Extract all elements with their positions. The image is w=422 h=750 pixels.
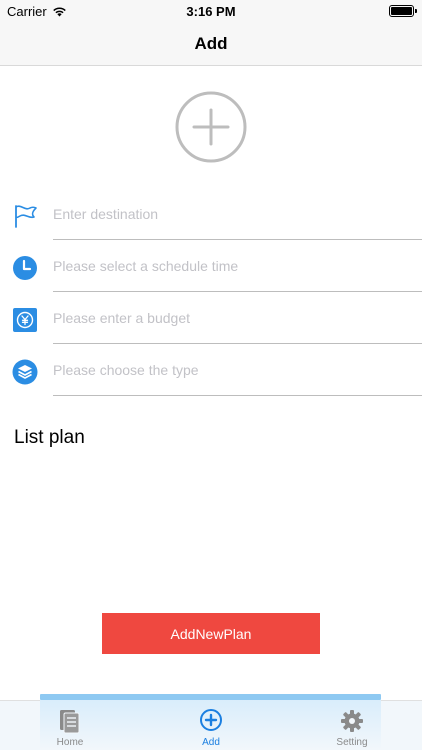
page-title: Add	[194, 34, 228, 53]
status-time: 3:16 PM	[186, 4, 236, 19]
clock-icon	[13, 256, 37, 280]
document-icon	[60, 710, 80, 734]
tab-home-label: Home	[56, 737, 84, 748]
divider	[53, 239, 422, 240]
budget-input[interactable]	[53, 303, 413, 333]
divider	[53, 343, 422, 344]
navigation-bar: Add	[0, 22, 422, 66]
add-new-plan-button[interactable]: AddNewPlan	[102, 613, 320, 654]
list-plan-heading: List plan	[14, 427, 85, 448]
schedule-time-row	[0, 245, 422, 297]
schedule-time-input[interactable]	[53, 251, 413, 281]
budget-row	[0, 297, 422, 349]
battery-icon	[389, 5, 414, 17]
destination-row	[0, 193, 422, 245]
layers-icon	[12, 359, 38, 385]
divider	[53, 395, 422, 396]
destination-input[interactable]	[53, 199, 413, 229]
plus-circle-icon	[175, 91, 247, 163]
flag-icon	[15, 205, 37, 228]
add-photo-button[interactable]	[175, 91, 247, 163]
tab-setting-label: Setting	[336, 737, 368, 748]
gear-icon	[341, 710, 363, 732]
type-row	[0, 349, 422, 401]
tab-add[interactable]: Add	[141, 700, 281, 750]
battery-tip	[415, 9, 417, 13]
divider	[53, 291, 422, 292]
type-input[interactable]	[53, 355, 413, 385]
tab-home[interactable]: Home	[0, 700, 140, 750]
tab-add-label: Add	[202, 737, 220, 748]
plus-circle-icon	[200, 709, 222, 731]
yen-icon	[13, 308, 37, 332]
tab-setting[interactable]: Setting	[282, 700, 422, 750]
status-bar: Carrier 3:16 PM	[0, 0, 422, 22]
